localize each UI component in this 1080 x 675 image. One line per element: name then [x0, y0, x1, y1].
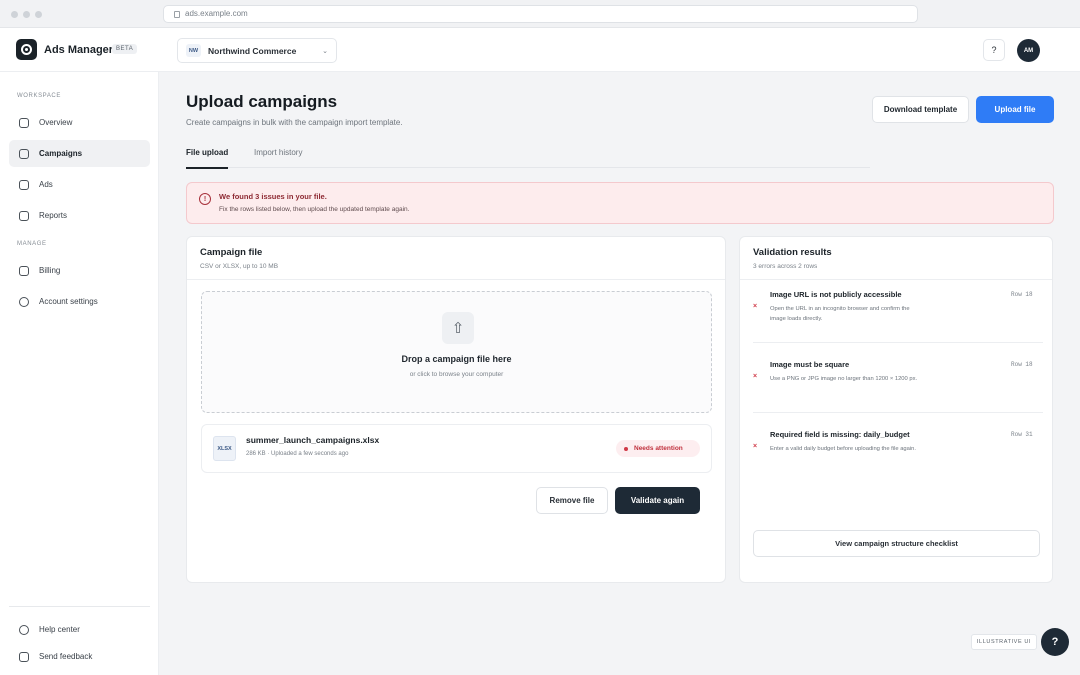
validation-results-card: Validation results 3 errors across 2 row… [739, 236, 1053, 583]
file-name: summer_launch_campaigns.xlsx [246, 435, 380, 445]
app-logo-icon[interactable] [16, 39, 37, 60]
dropzone-title: Drop a campaign file here [401, 354, 512, 364]
avatar[interactable]: AM [1017, 39, 1040, 62]
error-x-icon: × [753, 443, 758, 450]
issue-row: Row 18 [1011, 361, 1033, 368]
account-name: Northwind Commerce [208, 45, 297, 56]
circle-icon [19, 296, 29, 307]
uploaded-file-row: XLSX summer_launch_campaigns.xlsx 286 KB… [201, 424, 712, 473]
download-template-button[interactable]: Download template [872, 96, 969, 123]
window-maximize-dot[interactable] [35, 11, 42, 18]
square-icon [19, 179, 29, 190]
issue-description: Enter a valid daily budget before upload… [770, 446, 916, 452]
error-x-icon: × [753, 303, 758, 310]
error-alert: ! We found 3 issues in your file. Fix th… [186, 182, 1054, 224]
square-icon [19, 148, 29, 159]
tab-import-history[interactable]: Import history [254, 148, 302, 167]
validate-again-button[interactable]: Validate again [615, 487, 700, 514]
window-controls [11, 11, 42, 18]
chevron-down-icon: ⌄ [322, 48, 328, 55]
sidebar-item-label: Ads [39, 180, 53, 189]
issue-divider [753, 412, 1043, 413]
issue-title: Image must be square [770, 360, 850, 369]
remove-file-button[interactable]: Remove file [536, 487, 608, 514]
sidebar-item-ads[interactable]: Ads [9, 171, 150, 198]
file-meta: 286 KB · Uploaded a few seconds ago [246, 451, 349, 457]
file-dropzone[interactable]: ⇧ Drop a campaign file here or click to … [201, 291, 712, 413]
status-badge-label: Needs attention [634, 445, 683, 452]
beta-badge: BETA [112, 44, 138, 54]
status-badge: Needs attention [616, 440, 700, 457]
issue-title: Image URL is not publicly accessible [770, 290, 902, 299]
sidebar-item-billing[interactable]: Billing [9, 257, 150, 284]
sidebar-item-label: Billing [39, 266, 61, 275]
square-icon [19, 651, 29, 662]
sidebar-item-label: Send feedback [39, 652, 93, 661]
sidebar-item-label: Campaigns [39, 149, 83, 158]
card-divider [740, 279, 1052, 280]
issue-title: Required field is missing: daily_budget [770, 430, 910, 439]
card-title: Validation results [753, 247, 832, 258]
tab-file-upload[interactable]: File upload [186, 148, 229, 169]
sidebar-item-reports[interactable]: Reports [9, 202, 150, 229]
validation-issue: × Required field is missing: daily_budge… [753, 430, 1041, 500]
browser-chrome: ads.example.com [0, 0, 1080, 28]
validation-issue: × Image must be square Row 18 Use a PNG … [753, 360, 1041, 430]
square-icon [19, 117, 29, 128]
issue-row: Row 31 [1011, 431, 1033, 438]
alert-icon: ! [199, 193, 211, 205]
help-button[interactable]: ? [983, 39, 1005, 61]
sidebar-item-account-settings[interactable]: Account settings [9, 288, 150, 315]
sidebar-section-manage: MANAGE [17, 241, 47, 247]
account-badge: NW [186, 44, 201, 57]
sidebar-item-overview[interactable]: Overview [9, 109, 150, 136]
upload-file-button[interactable]: Upload file [976, 96, 1054, 123]
card-subtitle: 3 errors across 2 rows [753, 263, 818, 270]
issue-description: Open the URL in an incognito browser and… [770, 306, 910, 322]
sidebar-item-help-center[interactable]: Help center [9, 616, 150, 643]
dropzone-subtitle: or click to browse your computer [409, 371, 504, 378]
address-bar[interactable]: ads.example.com [163, 5, 918, 23]
sidebar: WORKSPACE Overview Campaigns Ads Reports… [0, 72, 159, 675]
lock-icon [174, 10, 180, 18]
alert-text: Fix the rows listed below, then upload t… [219, 206, 410, 213]
account-switcher[interactable]: NW Northwind Commerce ⌄ [177, 38, 337, 63]
illustrative-ui-label: ILLUSTRATIVE UI [971, 634, 1037, 650]
card-divider [187, 279, 725, 280]
card-subtitle: CSV or XLSX, up to 10 MB [200, 263, 279, 270]
status-dot-icon [624, 446, 628, 451]
error-x-icon: × [753, 373, 758, 380]
view-checklist-button[interactable]: View campaign structure checklist [753, 530, 1040, 557]
url-text: ads.example.com [185, 9, 248, 18]
issue-divider [753, 342, 1043, 343]
sidebar-item-label: Help center [39, 625, 80, 634]
page-title: Upload campaigns [186, 92, 338, 111]
sidebar-item-label: Overview [39, 118, 73, 127]
app-header: Ads Manager BETA NW Northwind Commerce ⌄… [0, 28, 1080, 72]
square-icon [19, 210, 29, 221]
window-minimize-dot[interactable] [23, 11, 30, 18]
window-close-dot[interactable] [11, 11, 18, 18]
app-name: Ads Manager [44, 44, 114, 56]
upload-arrow-icon: ⇧ [442, 312, 474, 344]
campaign-file-card: Campaign file CSV or XLSX, up to 10 MB ⇧… [186, 236, 726, 583]
page-subtitle: Create campaigns in bulk with the campai… [186, 118, 403, 127]
circle-icon [19, 624, 29, 635]
sidebar-section-workspace: WORKSPACE [17, 93, 61, 99]
sidebar-item-campaigns[interactable]: Campaigns [9, 140, 150, 167]
square-icon [19, 265, 29, 276]
card-title: Campaign file [200, 247, 263, 258]
sidebar-item-send-feedback[interactable]: Send feedback [9, 643, 150, 670]
alert-title: We found 3 issues in your file. [219, 192, 327, 201]
xlsx-file-icon: XLSX [213, 436, 236, 461]
help-fab-button[interactable]: ? [1041, 628, 1069, 656]
issue-description: Use a PNG or JPG image no larger than 12… [770, 376, 918, 382]
validation-issue: × Image URL is not publicly accessible R… [753, 290, 1041, 360]
sidebar-item-label: Reports [39, 211, 68, 220]
tab-bar: File upload Import history [186, 145, 870, 169]
issue-row: Row 18 [1011, 291, 1033, 298]
sidebar-item-label: Account settings [39, 297, 98, 306]
sidebar-divider [9, 606, 150, 607]
